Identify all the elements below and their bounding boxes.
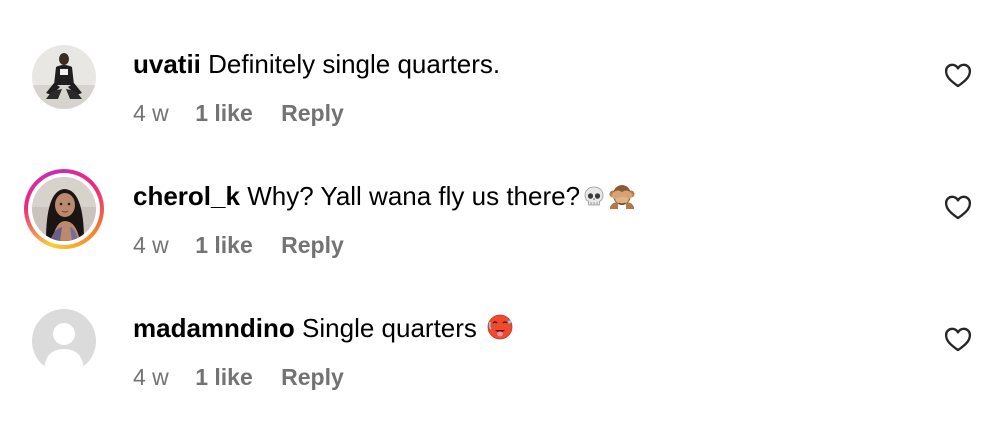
comment-meta: 4 w 1 like Reply — [133, 362, 344, 392]
comment-meta: 4 w 1 like Reply — [133, 98, 344, 128]
comment-item: madamndino Single quarters 4 w 1 like Re… — [0, 300, 994, 420]
avatar[interactable] — [22, 168, 106, 252]
comment-body: Single quarters — [302, 313, 477, 343]
comment-like-count[interactable]: 1 like — [195, 98, 253, 128]
profile-photo — [32, 45, 96, 109]
comment-text-line: uvatii Definitely single quarters. — [133, 48, 500, 80]
heart-outline-icon[interactable] — [944, 194, 972, 220]
heart-outline-icon[interactable] — [944, 326, 972, 352]
comment-timestamp[interactable]: 4 w — [133, 230, 169, 260]
reply-button[interactable]: Reply — [281, 362, 344, 392]
avatar[interactable] — [22, 36, 106, 120]
comment-text-line: madamndino Single quarters — [133, 312, 514, 348]
hot-face-emoji — [486, 313, 514, 348]
skull-emoji — [582, 184, 606, 216]
comment-body: Why? Yall wana fly us there? — [247, 181, 581, 211]
default-avatar — [32, 309, 96, 373]
reply-button[interactable]: Reply — [281, 98, 344, 128]
comment-username[interactable]: cherol_k — [133, 181, 240, 211]
comment-username[interactable]: madamndino — [133, 313, 295, 343]
avatar[interactable] — [22, 300, 106, 384]
comment-timestamp[interactable]: 4 w — [133, 98, 169, 128]
profile-photo — [32, 177, 96, 241]
comment-username[interactable]: uvatii — [133, 49, 201, 79]
see-no-evil-monkey-emoji — [608, 183, 636, 216]
comment-timestamp[interactable]: 4 w — [133, 362, 169, 392]
comment-text-line: cherol_k Why? Yall wana fly us there? — [133, 180, 636, 216]
comment-like-count[interactable]: 1 like — [195, 230, 253, 260]
comment-meta: 4 w 1 like Reply — [133, 230, 344, 260]
comment-body: Definitely single quarters. — [208, 49, 501, 79]
heart-outline-icon[interactable] — [944, 62, 972, 88]
reply-button[interactable]: Reply — [281, 230, 344, 260]
comment-like-count[interactable]: 1 like — [195, 362, 253, 392]
comment-item: cherol_k Why? Yall wana fly us there? 4 … — [0, 168, 994, 288]
comment-item: uvatii Definitely single quarters. 4 w 1… — [0, 36, 994, 156]
